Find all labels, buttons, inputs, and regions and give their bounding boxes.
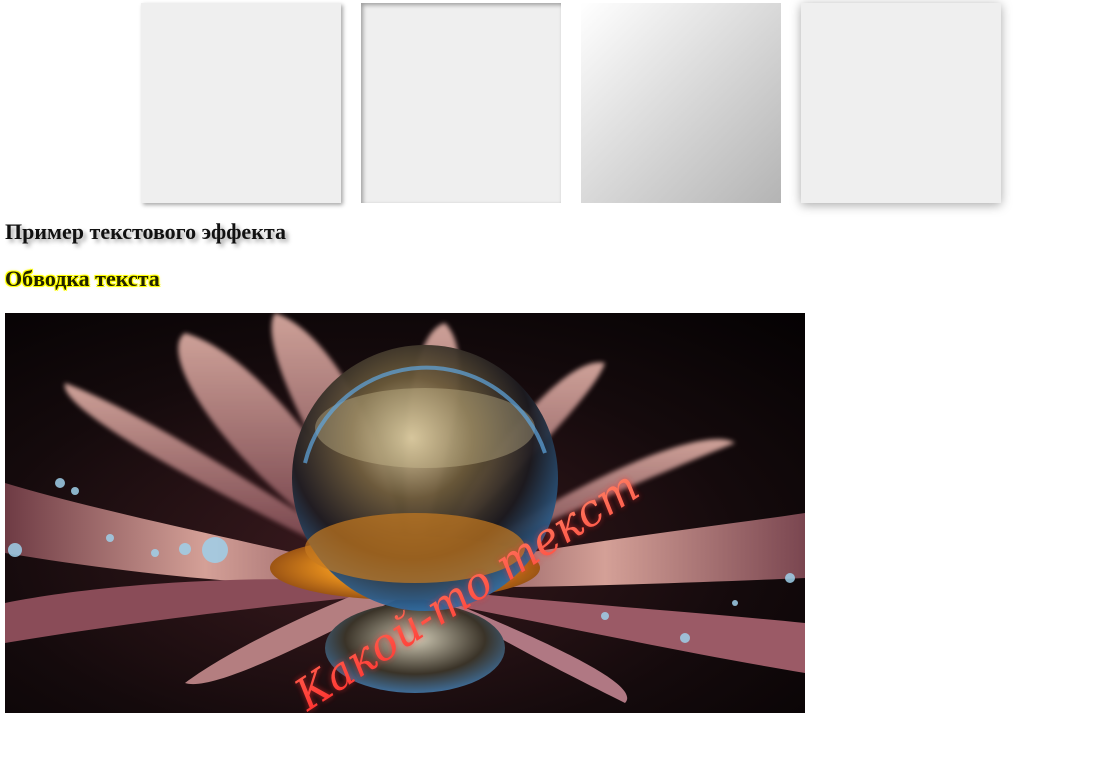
inner-shadow-box	[361, 3, 561, 203]
glow-shadow-box	[801, 3, 1001, 203]
effect-boxes-row	[141, 3, 1001, 203]
outline-text: Обводка текста	[5, 266, 160, 291]
text-effect-heading: Пример текстового эффекта	[5, 219, 286, 244]
flower-droplet-image: Какой-то текст Какой-то текст	[5, 313, 805, 713]
outer-shadow-box	[141, 3, 341, 203]
gradient-box	[581, 3, 781, 203]
